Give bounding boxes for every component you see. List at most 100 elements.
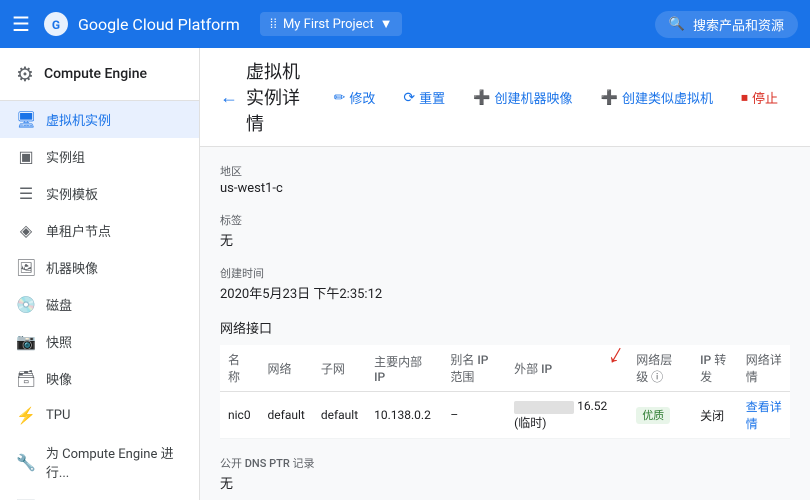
cell-quality: 优质: [628, 392, 692, 439]
sidebar-item-label: 实例组: [46, 147, 85, 166]
dns-section: 公开 DNS PTR 记录 无: [220, 455, 790, 492]
sidebar-header: ⚙ Compute Engine: [0, 48, 199, 101]
create-image-icon: ➕: [473, 89, 490, 106]
project-dropdown-icon: ▼: [380, 16, 393, 32]
sidebar-item-label: 映像: [46, 369, 72, 388]
tags-label: 标签: [220, 212, 790, 228]
sidebar-item-vm-instances[interactable]: 🖥 虚拟机实例: [0, 101, 199, 138]
for-compute-icon: 🔧: [16, 453, 36, 472]
page-title: 虚拟机实例详情: [246, 58, 314, 136]
sidebar-title: Compute Engine: [44, 66, 147, 82]
sidebar-item-tpu[interactable]: ⚡ TPU: [0, 397, 199, 434]
sidebar-item-label: 单租户节点: [46, 221, 111, 240]
table-row: nic0 default default 10.138.0.2 – 16.52 …: [220, 392, 790, 439]
annotation-arrow-2: ↓: [806, 336, 810, 371]
dns-title: 公开 DNS PTR 记录: [220, 455, 790, 471]
network-interface-title: 网络接口: [220, 318, 790, 337]
tags-value: 无: [220, 230, 790, 249]
cell-network: default: [260, 392, 313, 439]
sidebar-item-disks[interactable]: 💿 磁盘: [0, 286, 199, 323]
project-selector[interactable]: ⁞⁞ My First Project ▼: [260, 12, 403, 36]
sidebar-item-label: 机器映像: [46, 258, 98, 277]
view-detail-link[interactable]: 查看详情: [746, 400, 782, 431]
cell-ip-forward: 关闭: [692, 392, 738, 439]
top-nav: ☰ G Google Cloud Platform ⁞⁞ My First Pr…: [0, 0, 810, 48]
sidebar-item-instance-templates[interactable]: ☰ 实例模板: [0, 175, 199, 212]
region-value: us-west1-c: [220, 181, 790, 196]
table-header-row: 名称 网络 子网 主要内部 IP 别名 IP 范围 外部 IP 网络层级 ⓘ I…: [220, 345, 790, 392]
sole-tenant-icon: ◈: [16, 221, 36, 240]
blurred-ip: [514, 401, 574, 414]
cell-external-ip: 16.52 (临时): [506, 392, 628, 439]
menu-icon[interactable]: ☰: [12, 12, 30, 36]
sidebar-item-label: TPU: [46, 408, 70, 423]
content-area: ← 虚拟机实例详情 ✏ 修改 ⟳ 重置 ➕ 创建机器映像 ➕ 创建类似虚拟机: [200, 48, 810, 500]
compute-engine-icon: ⚙: [16, 62, 34, 86]
disks-icon: 💿: [16, 295, 36, 314]
nav-logo-text: Google Cloud Platform: [78, 15, 240, 34]
tags-section: 标签 无: [220, 212, 790, 249]
detail-content: 地区 us-west1-c 标签 无 创建时间 2020年5月23日 下午2:3…: [200, 147, 810, 500]
sidebar-item-label: 实例模板: [46, 184, 98, 203]
search-bar[interactable]: 🔍 搜索产品和资源: [655, 11, 798, 38]
reset-icon: ⟳: [403, 89, 415, 106]
create-image-label: 创建机器映像: [495, 88, 573, 107]
images-icon: 🗃: [16, 369, 36, 388]
col-alias-ip: 别名 IP 范围: [442, 345, 506, 392]
dns-value: 无: [220, 473, 790, 492]
sidebar-item-for-compute[interactable]: 🔧 为 Compute Engine 进行...: [0, 434, 199, 490]
sidebar-item-label: 虚拟机实例: [46, 110, 111, 129]
page-header: ← 虚拟机实例详情 ✏ 修改 ⟳ 重置 ➕ 创建机器映像 ➕ 创建类似虚拟机: [200, 48, 810, 147]
create-similar-icon: ➕: [601, 89, 618, 106]
network-table: 名称 网络 子网 主要内部 IP 别名 IP 范围 外部 IP 网络层级 ⓘ I…: [220, 345, 790, 439]
sidebar-item-commitment[interactable]: 📊 承诺使用折扣: [0, 490, 199, 500]
col-network-detail: 网络详情: [738, 345, 790, 392]
col-network-tier: 网络层级 ⓘ: [628, 345, 692, 392]
reset-label: 重置: [419, 88, 445, 107]
create-image-button[interactable]: ➕ 创建机器映像: [461, 82, 584, 113]
vm-instances-icon: 🖥: [16, 110, 36, 129]
sidebar-item-snapshots[interactable]: 📷 快照: [0, 323, 199, 360]
machine-images-icon: 🖼: [16, 258, 36, 277]
create-similar-label: 创建类似虚拟机: [622, 88, 713, 107]
tpu-icon: ⚡: [16, 406, 36, 425]
svg-text:G: G: [52, 18, 60, 32]
sidebar-item-sole-tenant[interactable]: ◈ 单租户节点: [0, 212, 199, 249]
search-text: 搜索产品和资源: [693, 15, 784, 34]
created-value: 2020年5月23日 下午2:35:12: [220, 283, 790, 302]
snapshots-icon: 📷: [16, 332, 36, 351]
col-internal-ip: 主要内部 IP: [366, 345, 442, 392]
sidebar-item-machine-images[interactable]: 🖼 机器映像: [0, 249, 199, 286]
reset-button[interactable]: ⟳ 重置: [391, 82, 457, 113]
main-layout: ⚙ Compute Engine 🖥 虚拟机实例 ▣ 实例组 ☰ 实例模板 ◈ …: [0, 48, 810, 500]
instance-templates-icon: ☰: [16, 184, 36, 203]
nav-logo: G Google Cloud Platform: [42, 10, 240, 38]
network-interface-section: 网络接口 名称 网络 子网 主要内部 IP 别名 IP 范围 外部 IP 网络层: [220, 318, 790, 439]
cell-detail-link[interactable]: 查看详情: [738, 392, 790, 439]
instance-groups-icon: ▣: [16, 147, 36, 166]
back-button[interactable]: ←: [220, 87, 238, 108]
quality-badge: 优质: [636, 407, 670, 424]
sidebar-item-images[interactable]: 🗃 映像: [0, 360, 199, 397]
sidebar-item-instance-groups[interactable]: ▣ 实例组: [0, 138, 199, 175]
stop-button[interactable]: ⏹ 停止: [729, 82, 790, 113]
region-section: 地区 us-west1-c: [220, 163, 790, 196]
col-network: 网络: [260, 345, 313, 392]
col-external-ip: 外部 IP: [506, 345, 628, 392]
project-name: My First Project: [283, 17, 374, 32]
sidebar-item-label: 为 Compute Engine 进行...: [46, 443, 183, 481]
search-icon: 🔍: [669, 17, 685, 32]
cell-name: nic0: [220, 392, 260, 439]
region-label: 地区: [220, 163, 790, 179]
project-icon: ⁞⁞: [270, 16, 277, 32]
sidebar: ⚙ Compute Engine 🖥 虚拟机实例 ▣ 实例组 ☰ 实例模板 ◈ …: [0, 48, 200, 500]
cell-alias-ip: –: [442, 392, 506, 439]
created-label: 创建时间: [220, 265, 790, 281]
sidebar-item-label: 快照: [46, 332, 72, 351]
sidebar-item-label: 磁盘: [46, 295, 72, 314]
create-similar-button[interactable]: ➕ 创建类似虚拟机: [589, 82, 725, 113]
header-actions: ✏ 修改 ⟳ 重置 ➕ 创建机器映像 ➕ 创建类似虚拟机 ⏹ 停止: [322, 82, 790, 113]
col-ip-forward: IP 转发: [692, 345, 738, 392]
edit-icon: ✏: [334, 89, 346, 106]
edit-button[interactable]: ✏ 修改: [322, 82, 388, 113]
